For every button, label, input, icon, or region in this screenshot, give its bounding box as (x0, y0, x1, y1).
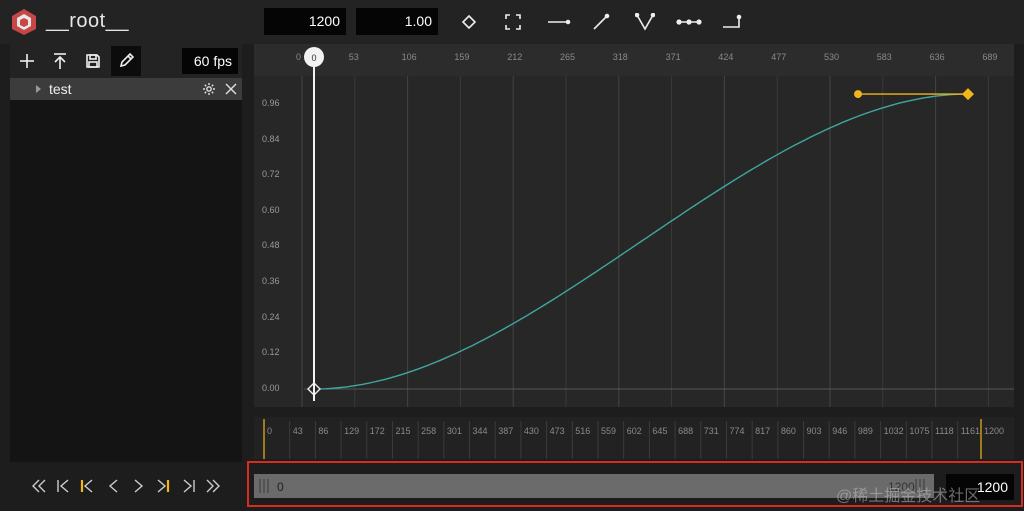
export-icon[interactable] (45, 46, 75, 76)
curve-plot[interactable]: 0 (254, 44, 1014, 407)
duration-field[interactable]: 1200 (264, 8, 346, 35)
step-interp-icon[interactable] (718, 10, 748, 34)
watermark: @稀土掘金技术社区 (836, 488, 981, 505)
last-frame-icon[interactable] (178, 474, 200, 498)
next-key-icon[interactable] (152, 474, 174, 498)
expand-arrow-icon[interactable] (36, 85, 41, 93)
fast-forward-icon[interactable] (202, 474, 224, 498)
scale-field[interactable]: 1.00 (356, 8, 438, 35)
constant-interp-icon[interactable] (544, 10, 574, 34)
add-icon[interactable] (12, 46, 42, 76)
keyframe-diamond-icon[interactable] (456, 10, 482, 34)
range-start-handle-icon[interactable] (258, 478, 272, 494)
range-slider[interactable] (254, 474, 934, 498)
prev-key-icon[interactable] (76, 474, 98, 498)
fit-view-icon[interactable] (500, 10, 526, 34)
close-icon[interactable] (223, 81, 239, 97)
linear-interp-icon[interactable] (588, 10, 614, 34)
project-title: __root__ (46, 10, 129, 32)
play-icon[interactable] (128, 474, 150, 498)
fps-field[interactable]: 60 fps (182, 48, 238, 74)
tangent-handle (854, 90, 862, 99)
edit-icon[interactable] (111, 46, 141, 76)
bezier-handle-icon[interactable] (674, 10, 704, 34)
rewind-icon[interactable] (28, 474, 50, 498)
timeline-ticks (263, 419, 982, 459)
playhead-label: 0 (311, 53, 316, 63)
settings-gear-icon[interactable] (201, 81, 217, 97)
animation-curve (313, 93, 968, 390)
track-name: test (49, 81, 72, 97)
vee-interp-icon[interactable] (632, 10, 658, 34)
range-start-label: 0 (277, 480, 284, 494)
app-logo-icon (10, 8, 38, 36)
step-back-icon[interactable] (102, 474, 124, 498)
track-list-panel (10, 44, 242, 462)
save-icon[interactable] (78, 46, 108, 76)
first-frame-icon[interactable] (52, 474, 74, 498)
keyframe-end (962, 88, 974, 101)
